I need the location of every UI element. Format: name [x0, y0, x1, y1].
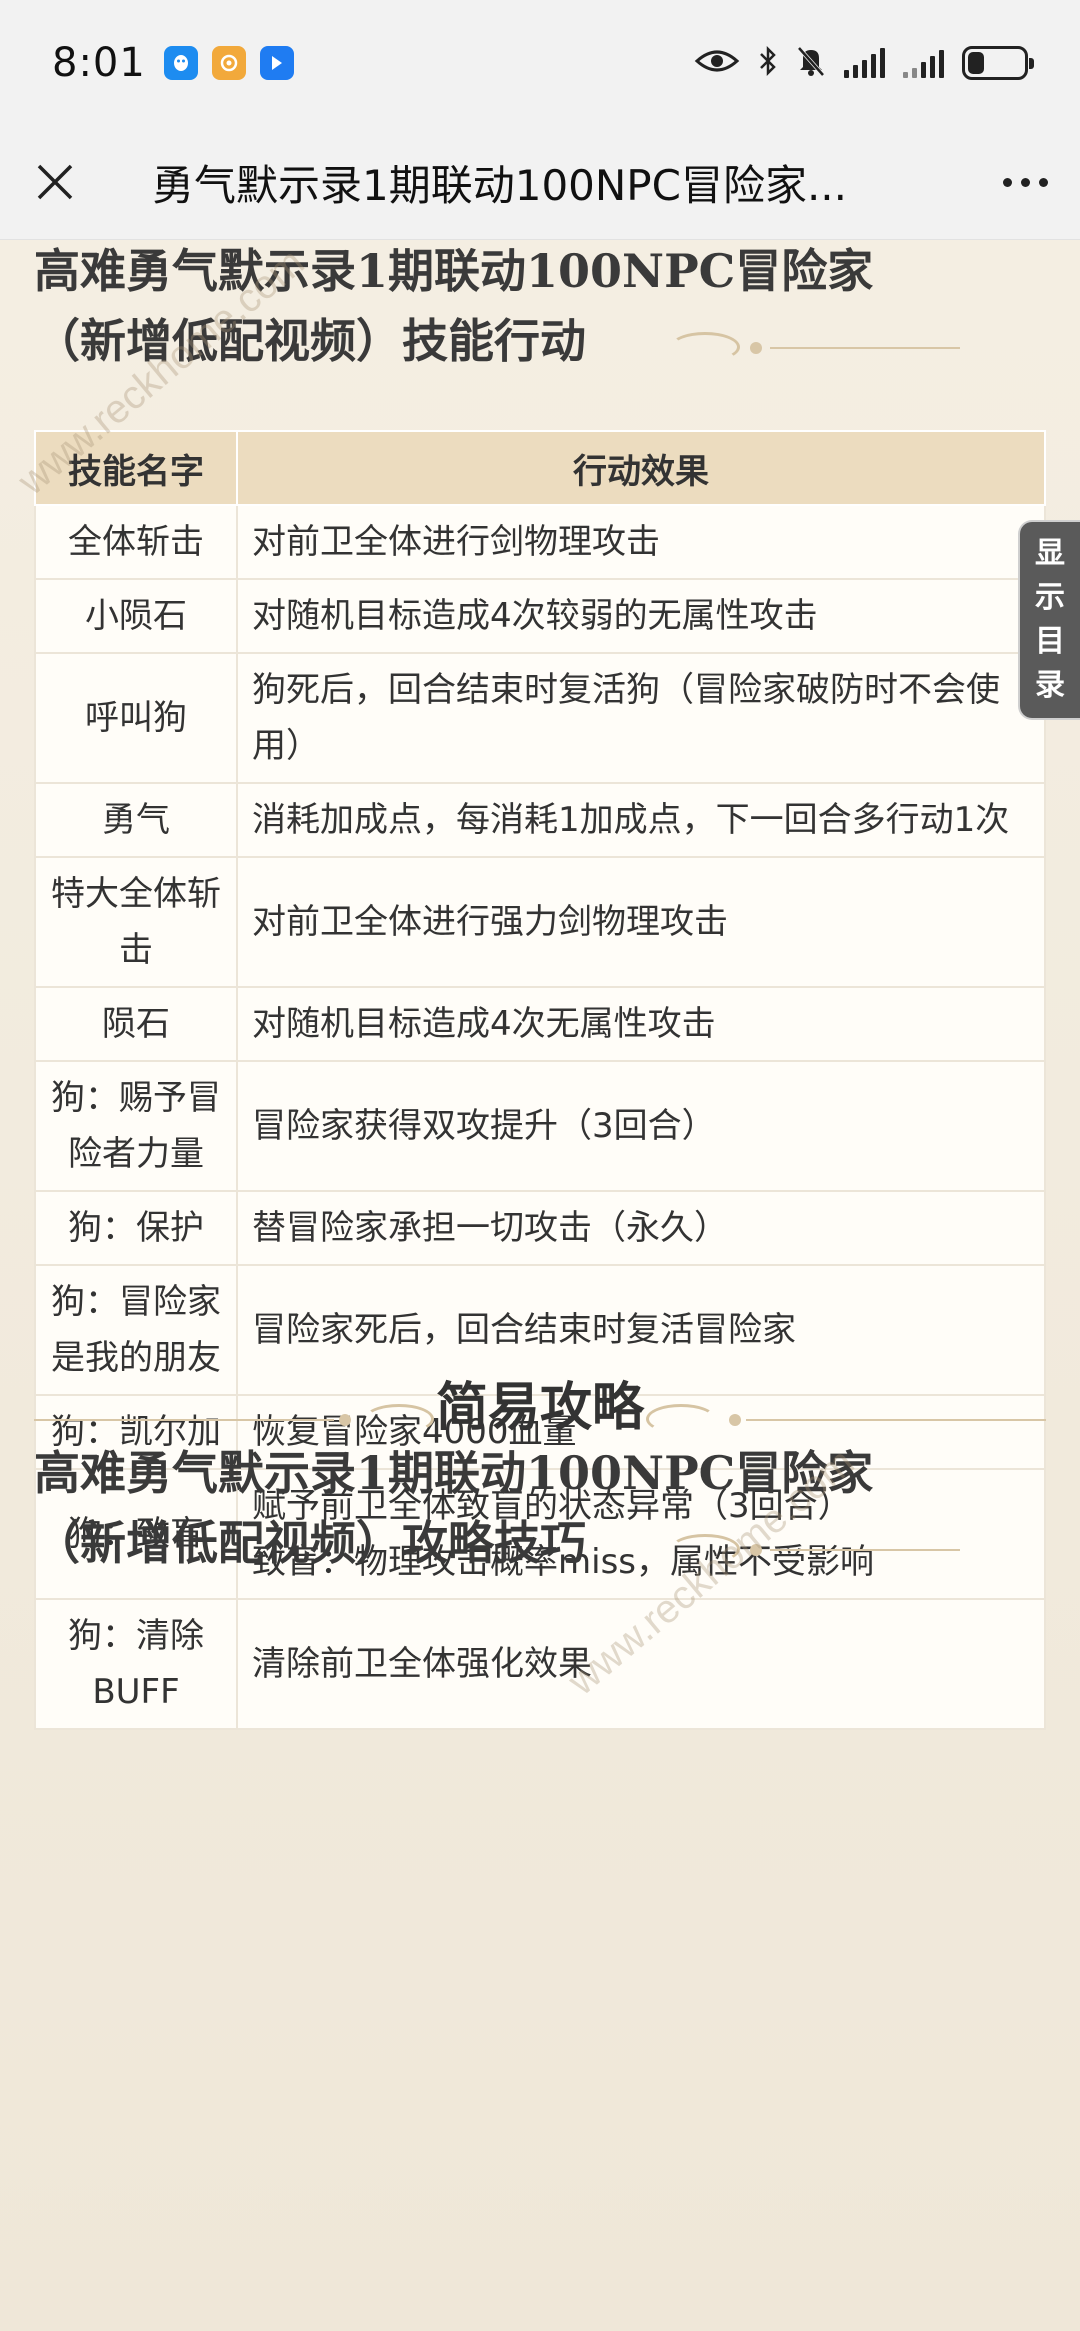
skill-name-cell: 特大全体斩击 — [34, 856, 238, 988]
skill-effect-cell: 对前卫全体进行剑物理攻击 — [236, 504, 1046, 580]
skill-effect-cell: 消耗加成点，每消耗1加成点，下一回合多行动1次 — [236, 782, 1046, 858]
skill-effect-cell: 对随机目标造成4次较弱的无属性攻击 — [236, 578, 1046, 654]
page-title: 勇气默示录1期联动100NPC冒险家... — [152, 160, 848, 210]
toc-label-char: 显 — [1035, 536, 1065, 571]
qq-app-icon — [163, 45, 198, 80]
ornament-divider — [560, 328, 960, 368]
cellular-signal-icon — [844, 47, 885, 78]
skill-name-cell: 陨石 — [34, 986, 238, 1062]
skill-effect-cell: 对前卫全体进行强力剑物理攻击 — [236, 856, 1046, 988]
ornament-divider — [34, 1400, 1046, 1440]
skill-effect-cell: 对随机目标造成4次无属性攻击 — [236, 986, 1046, 1062]
table-row: 呼叫狗 狗死后，回合结束时复活狗（冒险家破防时不会使用） — [34, 652, 1046, 784]
eye-icon — [694, 47, 740, 79]
article-content[interactable]: 高难勇气默示录1期联动100NPC冒险家 （新增低配视频）技能行动 技能名字 行… — [0, 240, 1080, 2331]
mute-bell-icon — [796, 45, 826, 81]
status-app-icons — [163, 45, 294, 80]
table-row: 陨石 对随机目标造成4次无属性攻击 — [34, 986, 1046, 1062]
table-row: 全体斩击 对前卫全体进行剑物理攻击 — [34, 504, 1046, 580]
skill-name-cell: 全体斩击 — [34, 504, 238, 580]
battery-level — [968, 51, 985, 74]
skill-effect-cell: 狗死后，回合结束时复活狗（冒险家破防时不会使用） — [236, 652, 1046, 784]
toc-label-char: 录 — [1035, 668, 1065, 703]
status-bar: 8:01 — [0, 0, 1080, 125]
table-row: 狗：赐予冒险者力量 冒险家获得双攻提升（3回合） — [34, 1060, 1046, 1192]
status-time: 8:01 — [52, 39, 146, 86]
skill-name-cell: 勇气 — [34, 782, 238, 858]
more-dot-icon — [1002, 177, 1012, 187]
battery-icon — [962, 45, 1034, 80]
close-icon — [37, 164, 73, 200]
heading-line: 高难勇气默示录1期联动100NPC冒险家 — [34, 244, 874, 298]
close-button[interactable] — [0, 125, 110, 240]
table-row: 狗：清除BUFF 清除前卫全体强化效果 — [34, 1598, 1046, 1730]
lark-app-icon — [259, 45, 294, 80]
more-dot-icon — [1020, 177, 1030, 187]
table-row: 狗：保护 替冒险家承担一切攻击（永久） — [34, 1190, 1046, 1266]
column-header: 行动效果 — [236, 430, 1046, 506]
cellular-signal-2-icon — [903, 48, 944, 78]
skill-name-cell: 呼叫狗 — [34, 652, 238, 784]
table-row: 特大全体斩击 对前卫全体进行强力剑物理攻击 — [34, 856, 1046, 988]
skill-name-cell: 狗：赐予冒险者力量 — [34, 1060, 238, 1192]
table-row: 勇气 消耗加成点，每消耗1加成点，下一回合多行动1次 — [34, 782, 1046, 858]
table-header-row: 技能名字 行动效果 — [34, 430, 1046, 506]
heading-line: 高难勇气默示录1期联动100NPC冒险家 — [34, 1446, 874, 1500]
table-row: 小陨石 对随机目标造成4次较弱的无属性攻击 — [34, 578, 1046, 654]
skill-effect-cell: 冒险家获得双攻提升（3回合） — [236, 1060, 1046, 1192]
toc-label-char: 示 — [1035, 580, 1065, 615]
skill-name-cell: 狗：清除BUFF — [34, 1598, 238, 1730]
more-dot-icon — [1038, 177, 1048, 187]
title-bar: 勇气默示录1期联动100NPC冒险家... — [0, 125, 1080, 240]
skill-name-cell: 小陨石 — [34, 578, 238, 654]
skill-effect-cell: 替冒险家承担一切攻击（永久） — [236, 1190, 1046, 1266]
weibo-app-icon — [211, 45, 246, 80]
show-toc-button[interactable]: 显示目录 — [1018, 520, 1080, 720]
more-options-button[interactable] — [970, 125, 1080, 240]
skill-name-cell: 狗：保护 — [34, 1190, 238, 1266]
toc-label-char: 目 — [1035, 624, 1065, 659]
bluetooth-icon — [758, 45, 778, 81]
